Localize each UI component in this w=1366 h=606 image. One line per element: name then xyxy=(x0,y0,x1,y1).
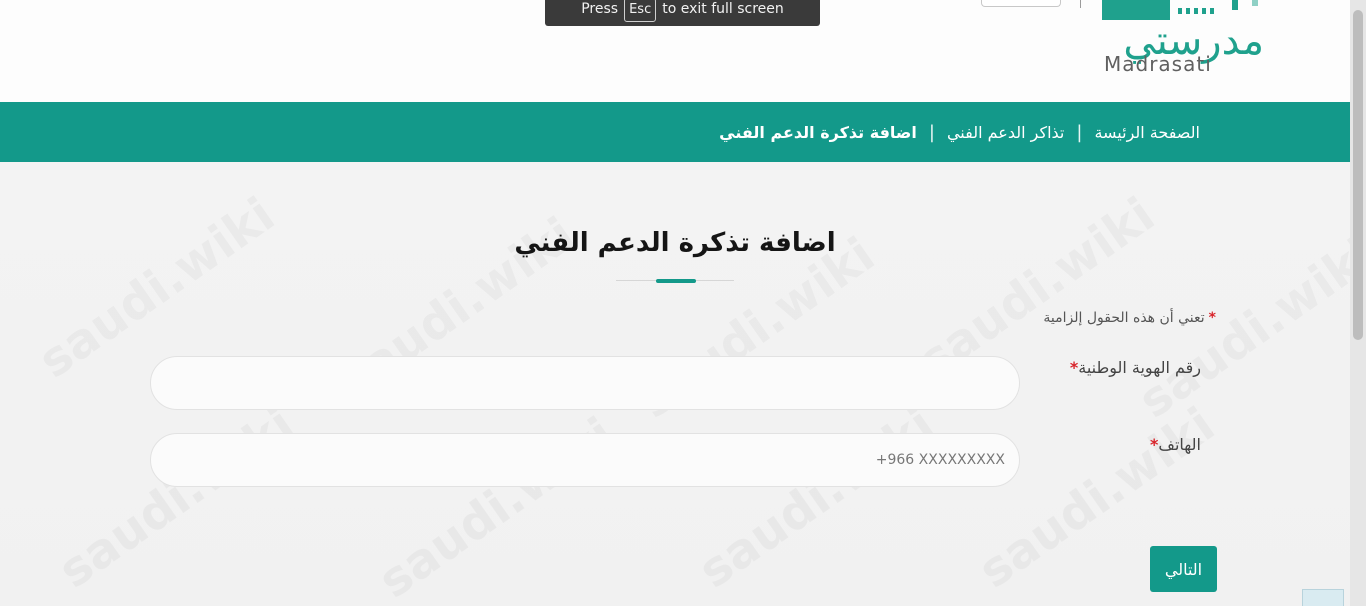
chat-widget[interactable] xyxy=(1302,589,1344,606)
fullscreen-notice-key: Esc xyxy=(624,0,657,22)
header-divider xyxy=(1080,0,1081,8)
scrollbar-thumb[interactable] xyxy=(1353,10,1363,340)
fullscreen-notice-text: to exit full screen xyxy=(662,1,784,17)
phone-label: الهاتف* xyxy=(1148,435,1201,454)
breadcrumb-bar: الصفحة الرئيسة | تذاكر الدعم الفني | اضا… xyxy=(0,102,1350,162)
breadcrumb-separator: | xyxy=(928,121,935,143)
scrollbar[interactable] xyxy=(1350,0,1366,606)
madrasati-logo[interactable]: مدرستي Madrasati xyxy=(1092,0,1272,90)
breadcrumb-separator: | xyxy=(1076,121,1083,143)
header-button[interactable] xyxy=(981,0,1061,7)
required-fields-note: *تعني أن هذه الحقول إلزامية xyxy=(1043,310,1216,326)
required-star: * xyxy=(1208,310,1216,326)
title-accent xyxy=(656,279,696,283)
breadcrumb: الصفحة الرئيسة | تذاكر الدعم الفني | اضا… xyxy=(719,102,1200,162)
phone-label-text: الهاتف xyxy=(1158,435,1201,454)
fullscreen-notice: Press Esc to exit full screen xyxy=(545,0,820,26)
fullscreen-notice-press: Press xyxy=(581,1,619,17)
required-star: * xyxy=(1069,358,1079,377)
national-id-label: رقم الهوية الوطنية* xyxy=(1068,358,1201,377)
page-title: اضافة تذكرة الدعم الفني xyxy=(514,228,836,258)
next-button[interactable]: التالي xyxy=(1150,546,1217,592)
breadcrumb-tickets-link[interactable]: تذاكر الدعم الفني xyxy=(947,123,1064,142)
page: saudi.wiki saudi.wiki saudi.wiki saudi.w… xyxy=(0,0,1366,606)
watermark: saudi.wiki xyxy=(49,397,305,600)
national-id-label-text: رقم الهوية الوطنية xyxy=(1078,358,1201,377)
phone-input[interactable] xyxy=(150,433,1020,487)
breadcrumb-current: اضافة تذكرة الدعم الفني xyxy=(719,122,917,142)
watermark: saudi.wiki xyxy=(1129,227,1366,430)
national-id-input[interactable] xyxy=(150,356,1020,410)
watermark: saudi.wiki xyxy=(689,397,945,600)
breadcrumb-home-link[interactable]: الصفحة الرئيسة xyxy=(1094,123,1200,142)
required-note-text: تعني أن هذه الحقول إلزامية xyxy=(1043,310,1205,326)
logo-latin-text: Madrasati xyxy=(1104,52,1212,76)
